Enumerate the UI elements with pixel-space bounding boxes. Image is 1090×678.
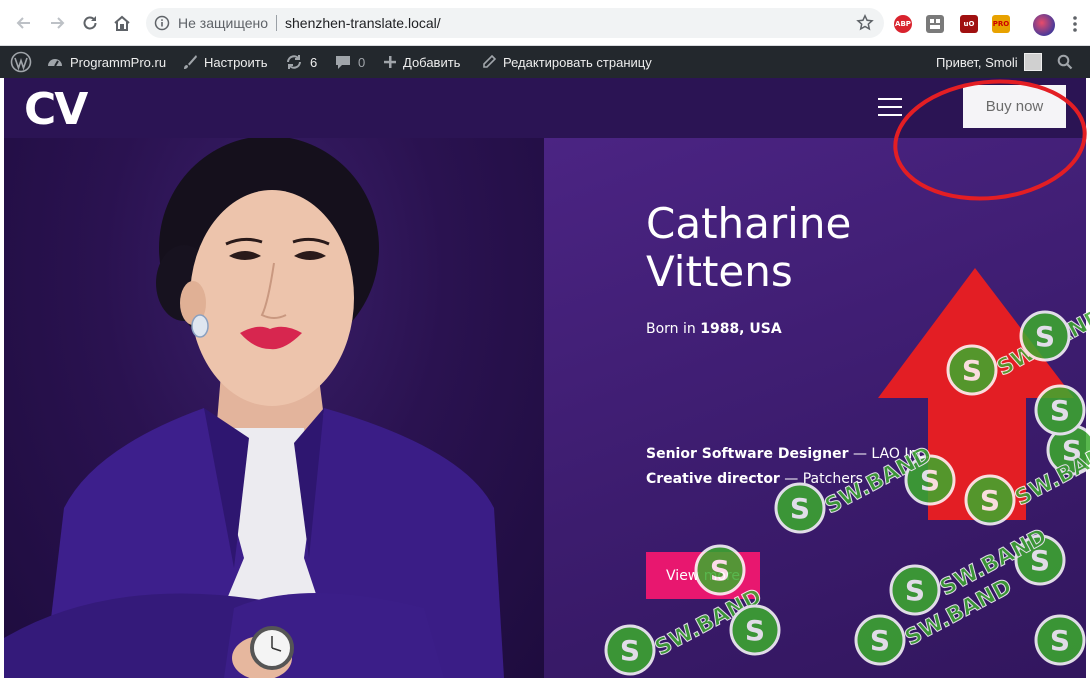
forward-button[interactable]	[45, 11, 69, 35]
view-more-button[interactable]: View more	[646, 552, 760, 599]
add-new-label: Добавить	[403, 54, 461, 70]
extension-icon[interactable]	[926, 15, 944, 33]
user-avatar	[1023, 53, 1042, 71]
updates-icon	[287, 55, 301, 69]
home-button[interactable]	[110, 11, 134, 35]
role1-title: Senior Software Designer	[646, 446, 849, 462]
ublock-origin-icon[interactable]: uO	[960, 15, 978, 33]
arrow-left-icon	[16, 17, 30, 29]
wordpress-icon	[10, 51, 32, 73]
edit-page-label: Редактировать страницу	[503, 54, 652, 70]
reload-button[interactable]	[78, 11, 102, 35]
buy-now-button[interactable]: Buy now	[963, 85, 1066, 128]
site-logo[interactable]: CV	[24, 84, 88, 135]
adblock-plus-icon[interactable]: ABP	[894, 15, 912, 33]
brush-icon	[184, 55, 197, 69]
security-status[interactable]: Не защищено	[178, 15, 268, 31]
address-bar[interactable]: Не защищено shenzhen-translate.local/	[146, 8, 884, 38]
url-text[interactable]: shenzhen-translate.local/	[285, 15, 441, 31]
born-info: Born in 1988, USA	[646, 321, 782, 337]
comments-count: 0	[358, 54, 366, 70]
wp-logo-menu[interactable]	[10, 46, 32, 78]
search-icon	[1057, 54, 1073, 70]
wp-customize[interactable]: Настроить	[182, 46, 268, 78]
born-value: 1988, USA	[700, 321, 782, 337]
wp-site-name[interactable]: ProgrammPro.ru	[46, 46, 166, 78]
home-icon	[114, 15, 130, 31]
wp-updates[interactable]: 6	[284, 46, 317, 78]
wp-add-new[interactable]: Добавить	[383, 46, 460, 78]
role2-title: Creative director	[646, 471, 780, 487]
wp-comments[interactable]: 0	[334, 46, 365, 78]
wp-edit-page[interactable]: Редактировать страницу	[481, 46, 652, 78]
role2-company: — Patchers	[779, 471, 863, 487]
hamburger-menu-icon[interactable]	[878, 98, 902, 116]
updates-count: 6	[310, 54, 318, 70]
site-header: CV Buy now	[4, 78, 1086, 138]
role1-company: — LAO Inc.	[848, 446, 930, 462]
portrait-photo	[4, 138, 544, 678]
pro-extension-icon[interactable]: PRO	[992, 15, 1010, 33]
browser-menu-icon[interactable]	[1072, 15, 1078, 38]
wp-search[interactable]	[1057, 46, 1073, 78]
hero-name-last: Vittens	[646, 247, 793, 296]
back-button[interactable]	[12, 11, 36, 35]
info-icon[interactable]	[154, 15, 170, 36]
hero-name-first: Catharine	[646, 199, 852, 248]
plus-icon	[384, 56, 396, 68]
hero-name: Catharine Vittens	[646, 200, 946, 296]
reload-icon	[83, 16, 97, 30]
browser-toolbar: Не защищено shenzhen-translate.local/ AB…	[0, 0, 1090, 46]
portrait-illustration	[4, 138, 504, 678]
arrow-right-icon	[51, 17, 65, 29]
profile-avatar[interactable]	[1033, 14, 1055, 36]
wp-admin-bar: ProgrammPro.ru Настроить 6 0 Добавить Ре…	[0, 46, 1090, 78]
role-line-1: Senior Software Designer — LAO Inc.	[646, 446, 930, 462]
role-line-2: Creative director — Patchers	[646, 471, 863, 487]
site-name-label: ProgrammPro.ru	[70, 54, 167, 70]
customize-label: Настроить	[204, 54, 268, 70]
site-page: CV Buy now	[4, 78, 1086, 678]
greeting-label: Привет, Smoli	[936, 54, 1018, 70]
wp-account-menu[interactable]: Привет, Smoli	[936, 46, 1042, 78]
comment-icon	[336, 56, 350, 69]
born-prefix: Born in	[646, 321, 701, 337]
dashboard-icon	[48, 59, 62, 67]
pencil-icon	[483, 54, 497, 68]
star-icon[interactable]	[856, 14, 874, 37]
omnibox-divider	[276, 15, 277, 31]
